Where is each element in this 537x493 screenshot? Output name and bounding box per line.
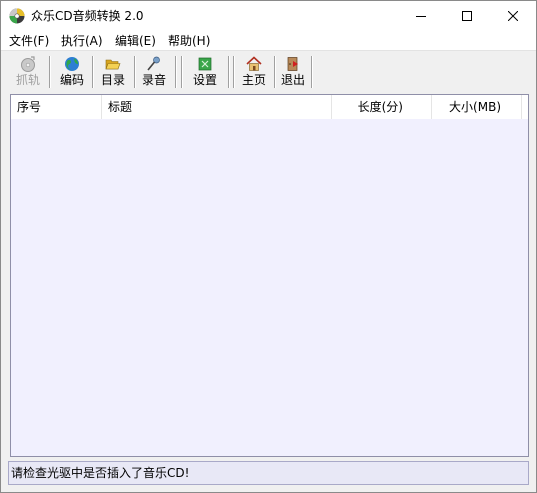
cd-disc-icon (21, 56, 35, 72)
settings-button[interactable]: 设置 (186, 54, 224, 90)
toolbar-separator (181, 56, 183, 88)
exit-button[interactable]: 退出 (274, 54, 312, 90)
folder-open-icon (105, 59, 121, 70)
home-button[interactable]: 主页 (235, 54, 273, 90)
column-header-title[interactable]: 标题 (102, 95, 332, 119)
status-bar: 请检查光驱中是否插入了音乐CD! (8, 461, 529, 485)
microphone-icon (147, 56, 160, 71)
menu-execute[interactable]: 执行(A) (59, 33, 105, 51)
app-cd-icon (9, 8, 25, 24)
exit-door-icon (287, 57, 298, 71)
toolbar-separator (311, 56, 313, 88)
list-header: 序号 标题 长度(分) 大小(MB) (11, 95, 528, 119)
record-button[interactable]: 录音 (135, 54, 173, 90)
toolbar-separator (49, 56, 51, 88)
toolbar: 抓轨 编码 目录 录音 设置 主页 退出 (1, 52, 536, 92)
menu-help[interactable]: 帮助(H) (166, 33, 212, 51)
title-bar[interactable]: 众乐CD音频转换 2.0 (1, 1, 536, 31)
maximize-button[interactable] (444, 1, 490, 31)
home-icon (246, 56, 262, 71)
menu-edit[interactable]: 编辑(E) (113, 33, 158, 51)
encode-label: 编码 (59, 73, 84, 87)
rip-label: 抓轨 (15, 73, 40, 87)
app-window: 众乐CD音频转换 2.0 文件(F) 执行(A) 编辑(E) 帮助(H) 抓轨 (0, 0, 537, 493)
track-list[interactable]: 序号 标题 长度(分) 大小(MB) (10, 94, 529, 457)
settings-label: 设置 (192, 73, 217, 87)
window-title: 众乐CD音频转换 2.0 (31, 9, 144, 23)
column-header-index[interactable]: 序号 (11, 95, 102, 119)
directory-button[interactable]: 目录 (94, 54, 132, 90)
minimize-button[interactable] (398, 1, 444, 31)
menu-bar: 文件(F) 执行(A) 编辑(E) 帮助(H) (1, 31, 536, 51)
maximize-icon (462, 11, 472, 21)
toolbar-separator (228, 56, 230, 88)
settings-icon (198, 57, 212, 71)
close-icon (508, 11, 518, 21)
exit-label: 退出 (280, 73, 305, 87)
column-header-size[interactable]: 大小(MB) (432, 95, 522, 119)
column-header-length[interactable]: 长度(分) (332, 95, 432, 119)
directory-label: 目录 (100, 73, 125, 87)
record-label: 录音 (141, 73, 166, 87)
minimize-icon (416, 16, 426, 17)
toolbar-separator (175, 56, 177, 88)
globe-icon (65, 57, 79, 71)
home-label: 主页 (241, 73, 266, 87)
menu-file[interactable]: 文件(F) (7, 33, 51, 51)
close-button[interactable] (490, 1, 536, 31)
encode-button[interactable]: 编码 (53, 54, 91, 90)
rip-button[interactable]: 抓轨 (9, 54, 47, 90)
